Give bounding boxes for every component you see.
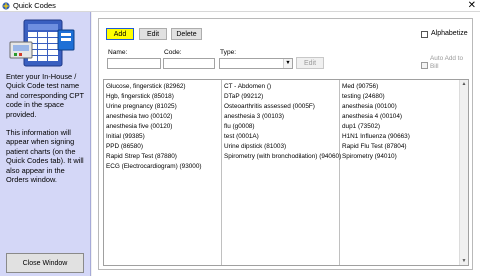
list-column-3: Med (90756) testing (24680) anesthesia (…	[340, 80, 458, 265]
list-item[interactable]: test (0001A)	[224, 132, 259, 142]
type-label: Type:	[220, 49, 237, 56]
list-item[interactable]: Glucose, fingerstick (82962)	[106, 82, 186, 92]
list-item[interactable]: anesthesia two (00102)	[106, 112, 172, 122]
app-icon	[2, 2, 10, 10]
list-column-2: CT - Abdomen () DTaP (99212) Osteoarthri…	[222, 80, 341, 265]
window-title: Quick Codes	[13, 1, 56, 10]
name-label: Name:	[108, 49, 128, 56]
vertical-scrollbar[interactable]: ▲ ▼	[459, 80, 468, 265]
close-window-button[interactable]: Close Window	[6, 253, 84, 273]
name-input[interactable]	[107, 58, 161, 69]
code-label: Code:	[164, 49, 182, 56]
sidebar: Enter your In-House / Quick Code test na…	[0, 12, 91, 276]
list-item[interactable]: Rapid Flu Test (87804)	[342, 142, 407, 152]
auto-add-to-bill-checkbox[interactable]	[421, 62, 428, 69]
list-item[interactable]: anesthesia 4 (00104)	[342, 112, 402, 122]
list-item[interactable]: flu (g0008)	[224, 122, 255, 132]
type-select[interactable]: ▼	[219, 58, 293, 69]
instructions-text: Enter your In-House / Quick Code test na…	[6, 72, 84, 119]
auto-add-to-bill-label: Auto Add to Bill	[430, 55, 464, 70]
list-item[interactable]: Initial (99385)	[106, 132, 145, 142]
list-item[interactable]: CT - Abdomen ()	[224, 82, 271, 92]
close-icon[interactable]: ✕	[468, 0, 476, 11]
list-item[interactable]: Hgb, fingerstick (85018)	[106, 92, 174, 102]
edit-code-button[interactable]: Edit	[296, 57, 324, 69]
scroll-up-icon[interactable]: ▲	[460, 80, 468, 88]
list-item[interactable]: Rapid Strep Test (87880)	[106, 152, 177, 162]
list-item[interactable]: Med (90756)	[342, 82, 378, 92]
alphabetize-label: Alphabetize	[431, 30, 468, 37]
chevron-down-icon[interactable]: ▼	[283, 59, 292, 68]
list-item[interactable]: Urine dipstick (81003)	[224, 142, 286, 152]
list-item[interactable]: dup1 (73502)	[342, 122, 380, 132]
list-item[interactable]: DTaP (99212)	[224, 92, 263, 102]
list-item[interactable]: anesthesia (00100)	[342, 102, 397, 112]
list-item[interactable]: Spirometry (with bronchodilation) (94060…	[224, 152, 341, 162]
delete-button[interactable]: Delete	[171, 28, 202, 40]
quick-codes-panel: Add Edit Delete Alphabetize Name: Code: …	[98, 18, 473, 270]
notice-text: This information will appear when signin…	[6, 128, 84, 185]
list-item[interactable]: testing (24680)	[342, 92, 385, 102]
spreadsheet-document-icon	[9, 19, 75, 67]
alphabetize-checkbox[interactable]	[421, 31, 428, 38]
scroll-down-icon[interactable]: ▼	[460, 257, 468, 265]
list-item[interactable]: Urine pregnancy (81025)	[106, 102, 177, 112]
list-item[interactable]: H1N1 Influenza (90663)	[342, 132, 410, 142]
main-area: Add Edit Delete Alphabetize Name: Code: …	[92, 12, 480, 276]
list-item[interactable]: Spirometry (94010)	[342, 152, 397, 162]
list-item[interactable]: ECG (Electrocardiogram) (93000)	[106, 162, 202, 172]
code-input[interactable]	[163, 58, 215, 69]
list-item[interactable]: anesthesia 3 (00103)	[224, 112, 284, 122]
title-bar: Quick Codes ✕	[0, 0, 480, 12]
quick-codes-list[interactable]: Glucose, fingerstick (82962) Hgb, finger…	[103, 79, 469, 266]
sidebar-text: Enter your In-House / Quick Code test na…	[6, 72, 88, 193]
list-column-1: Glucose, fingerstick (82962) Hgb, finger…	[104, 80, 222, 265]
list-item[interactable]: Osteoarthritis assessed (0005F)	[224, 102, 315, 112]
add-button[interactable]: Add	[106, 28, 134, 40]
edit-button[interactable]: Edit	[139, 28, 167, 40]
list-item[interactable]: PPD (86580)	[106, 142, 143, 152]
list-item[interactable]: anesthesia five (00120)	[106, 122, 172, 132]
